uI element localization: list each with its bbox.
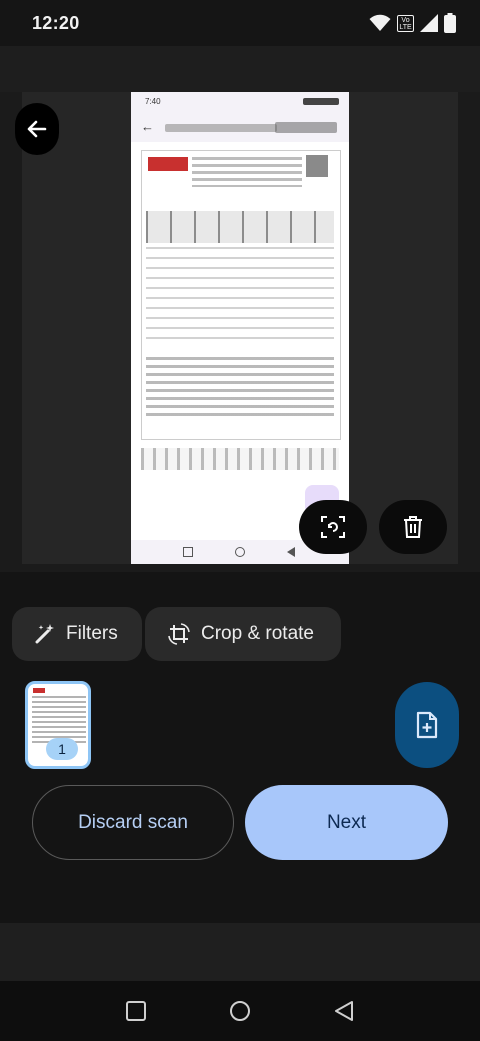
signal-icon <box>420 14 438 32</box>
volte-icon: Vo LTE <box>397 14 414 32</box>
next-button[interactable]: Next <box>245 785 448 860</box>
captured-second-strip <box>141 448 339 470</box>
captured-status-icons <box>303 98 339 105</box>
page-thumbnail[interactable]: 1 <box>25 681 91 769</box>
captured-doc-header-lines <box>192 157 302 187</box>
retake-scan-icon <box>321 516 345 538</box>
crop-rotate-label: Crop & rotate <box>201 623 314 644</box>
captured-doc-paragraph <box>146 357 334 421</box>
captured-nav-square <box>183 547 193 557</box>
captured-title-blur <box>165 124 277 132</box>
recents-square-icon[interactable] <box>125 1000 147 1022</box>
add-document-icon <box>416 711 438 739</box>
battery-icon <box>444 13 456 33</box>
captured-toolbar-icons <box>275 122 337 133</box>
home-circle-icon[interactable] <box>229 1000 251 1022</box>
crop-rotate-button[interactable]: Crop & rotate <box>145 607 341 661</box>
delete-page-button[interactable] <box>379 500 447 554</box>
status-bar: 12:20 Vo LTE <box>0 0 480 46</box>
captured-doc-logo-blur <box>306 155 328 177</box>
crop-rotate-icon <box>168 623 190 645</box>
system-navigation-bar <box>0 981 480 1041</box>
bottom-band <box>0 923 480 981</box>
captured-nav-circle <box>235 547 245 557</box>
magic-wand-icon <box>35 624 54 644</box>
arrow-back-icon <box>27 120 47 138</box>
captured-back-icon: ← <box>141 119 154 134</box>
wifi-icon <box>369 14 391 31</box>
scanned-document-page: 7:40 ← <box>131 92 349 564</box>
back-button[interactable] <box>15 103 59 155</box>
add-page-button[interactable] <box>395 682 459 768</box>
top-band <box>0 46 480 92</box>
filters-button[interactable]: Filters <box>12 607 142 661</box>
captured-status-bar: 7:40 <box>131 92 349 112</box>
back-triangle-icon[interactable] <box>333 1000 355 1022</box>
retake-button[interactable] <box>299 500 367 554</box>
thumbnail-red-header <box>33 688 45 693</box>
discard-scan-button[interactable]: Discard scan <box>32 785 234 860</box>
captured-doc-table <box>146 211 334 243</box>
captured-doc-red-header <box>148 157 188 171</box>
status-time: 12:20 <box>32 12 80 33</box>
captured-app-bar: ← <box>131 112 349 142</box>
captured-nav-back <box>287 547 295 557</box>
page-number-badge: 1 <box>46 738 78 760</box>
captured-document <box>141 150 341 440</box>
captured-time: 7:40 <box>145 97 161 106</box>
trash-icon <box>404 516 422 538</box>
status-icons: Vo LTE <box>369 13 456 33</box>
captured-doc-grid <box>146 247 334 347</box>
filters-label: Filters <box>66 623 118 644</box>
